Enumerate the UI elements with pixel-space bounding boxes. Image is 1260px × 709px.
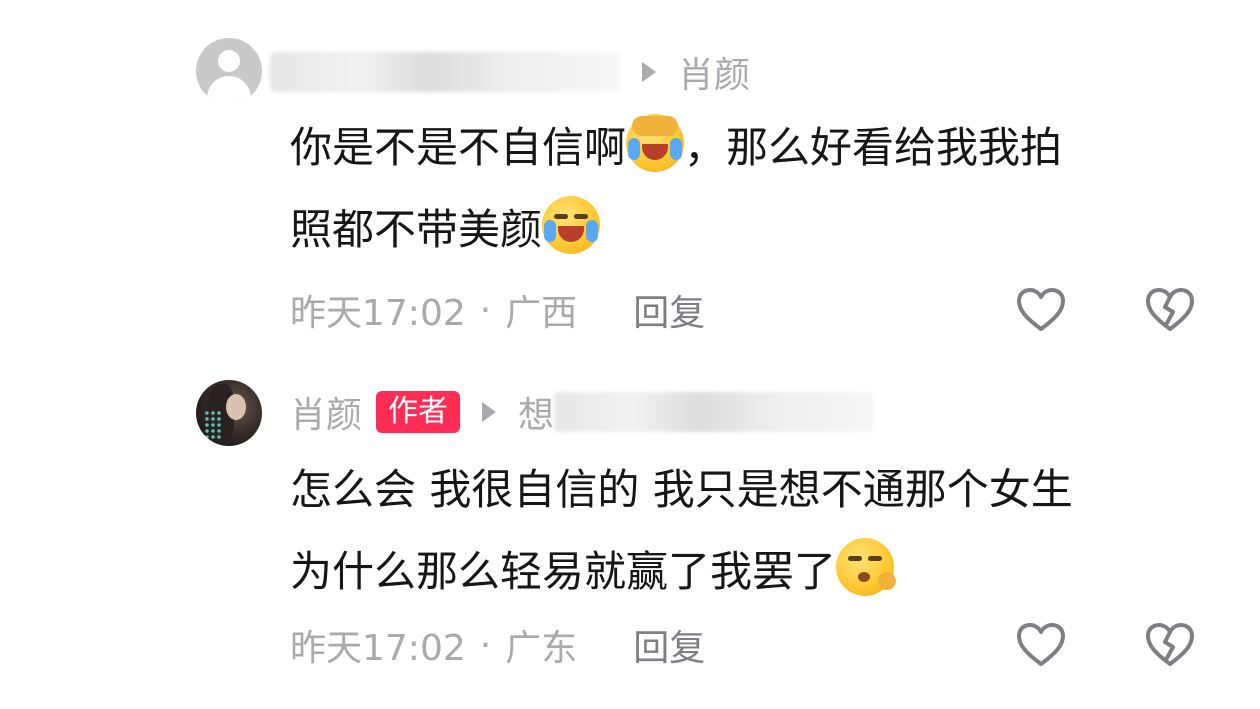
avatar-pattern — [204, 410, 222, 440]
blurred-username — [554, 392, 875, 432]
heart-outline-icon — [1017, 623, 1065, 666]
comment-text-part: ，那么好看给我我拍 — [684, 123, 1063, 172]
comment-header: 肖颜 — [270, 50, 750, 96]
avatar-head-shape — [218, 50, 240, 72]
reply-button[interactable]: 回复 — [633, 284, 705, 336]
comment-location: 广东 — [505, 628, 578, 669]
comment-text-part: 为什么那么轻易就赢了我罢了 — [290, 547, 837, 596]
dislike-button[interactable] — [1143, 618, 1197, 672]
comment-footer: 昨天17:02 · 广西 回复 — [290, 285, 705, 335]
comment-time: 昨天17:02 — [290, 293, 466, 334]
blurred-username — [270, 52, 620, 92]
meta-separator: · — [479, 624, 492, 666]
heart-outline-icon — [1017, 288, 1065, 331]
author-badge: 作者 — [376, 391, 461, 433]
reply-button[interactable]: 回复 — [633, 619, 705, 671]
reply-target-name[interactable]: 肖颜 — [678, 46, 750, 98]
avatar[interactable] — [196, 38, 262, 104]
comment-text-part: 照都不带美颜 — [290, 205, 543, 254]
comment-footer: 昨天17:02 · 广东 回复 — [290, 620, 705, 670]
like-button[interactable] — [1014, 618, 1068, 672]
comment-location: 广西 — [505, 293, 578, 334]
like-button[interactable] — [1014, 283, 1068, 337]
comment-text: 你是不是不自信啊 ，那么好看给我我拍 照都不带美颜 — [290, 107, 1190, 271]
comment-text-part: 怎么会 我很自信的 我只是想不通那个女生 — [290, 465, 1073, 514]
reply-arrow-icon — [482, 402, 497, 422]
crying-emoji — [542, 196, 601, 254]
broken-heart-icon — [1146, 623, 1194, 666]
comment-time: 昨天17:02 — [290, 628, 466, 669]
comment-header: 肖颜 作者 想 — [290, 390, 875, 436]
avatar-face-shape — [226, 394, 246, 420]
reply-arrow-icon — [642, 62, 656, 82]
broken-heart-icon — [1146, 288, 1194, 331]
comment-text-part: 你是不是不自信啊 — [290, 123, 627, 172]
reply-target-name[interactable]: 想 — [518, 386, 554, 438]
comment-username[interactable]: 肖颜 — [290, 386, 362, 438]
dislike-button[interactable] — [1143, 283, 1197, 337]
meta-separator: · — [479, 289, 492, 331]
laugh-cry-emoji — [626, 114, 685, 172]
comment-text: 怎么会 我很自信的 我只是想不通那个女生 为什么那么轻易就赢了我罢了 — [290, 449, 1190, 613]
avatar[interactable] — [196, 380, 262, 446]
shush-emoji — [836, 538, 897, 596]
avatar-body-shape — [207, 76, 251, 104]
